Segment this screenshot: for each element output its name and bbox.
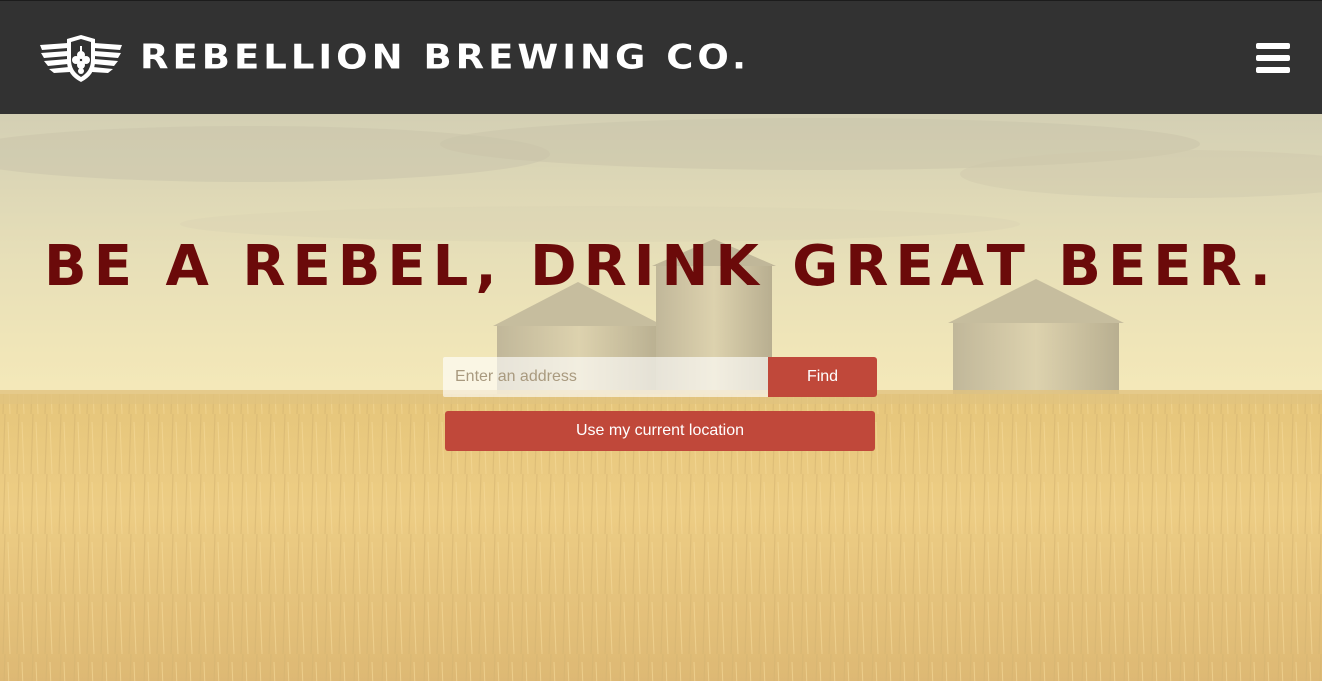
find-button[interactable]: Find [768, 357, 877, 397]
hamburger-menu-icon[interactable] [1254, 41, 1292, 75]
brand-name[interactable]: REBELLION BREWING CO. [140, 37, 750, 77]
page: REBELLION BREWING CO. BE A REBEL, DRINK … [0, 0, 1322, 681]
hero-section: BE A REBEL, DRINK GREAT BEER. [0, 114, 1322, 681]
menu-bar [1256, 43, 1290, 49]
hero-overlay [0, 114, 1322, 681]
menu-bar [1256, 55, 1290, 61]
hero-headline: BE A REBEL, DRINK GREAT BEER. [44, 234, 1278, 299]
menu-bar [1256, 67, 1290, 73]
address-input[interactable] [443, 357, 768, 397]
use-current-location-button[interactable]: Use my current location [445, 411, 875, 451]
store-locator-form: Find [443, 357, 877, 397]
hop-shield-logo-icon[interactable] [38, 35, 124, 83]
site-header: REBELLION BREWING CO. [0, 0, 1322, 114]
